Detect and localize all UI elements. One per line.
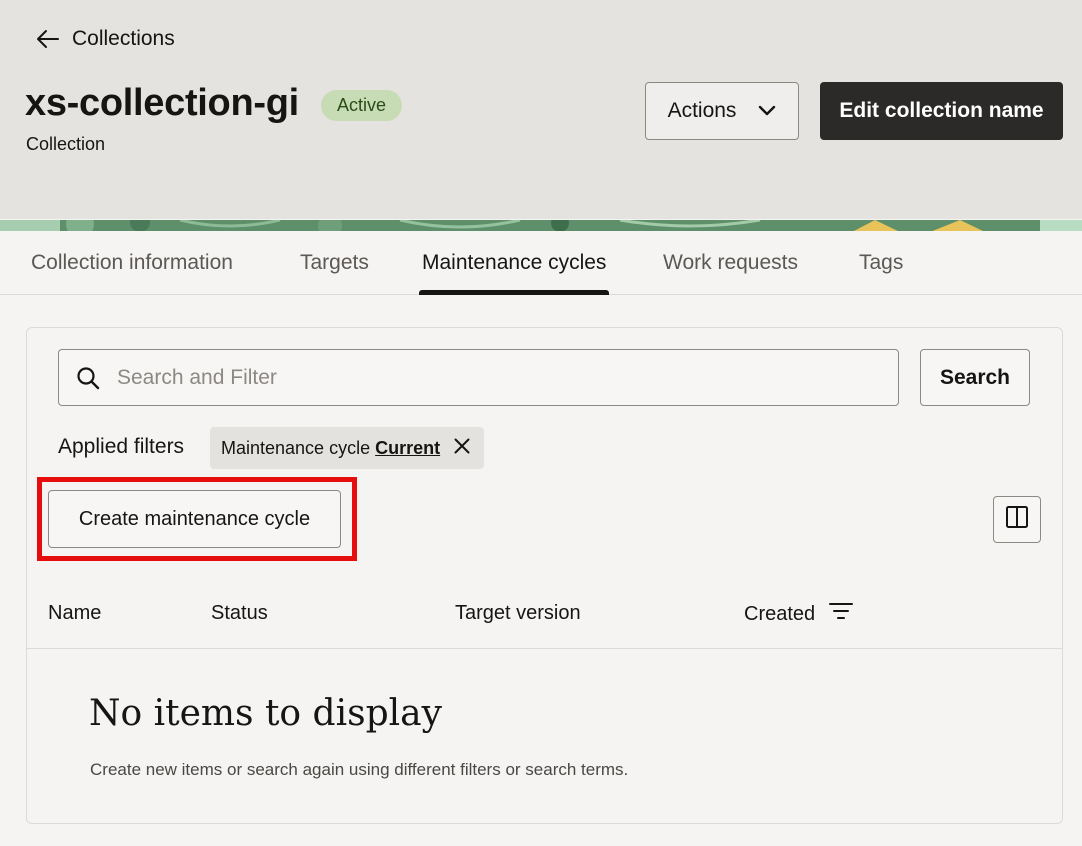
tab-tags[interactable]: Tags	[859, 231, 903, 295]
decorative-banner	[0, 219, 1082, 231]
column-header-name[interactable]: Name	[48, 602, 101, 625]
actions-button-label: Actions	[667, 99, 737, 122]
edit-collection-name-button[interactable]: Edit collection name	[820, 82, 1063, 140]
tab-targets[interactable]: Targets	[300, 231, 369, 295]
column-header-target-version[interactable]: Target version	[455, 602, 581, 625]
tab-work-requests[interactable]: Work requests	[663, 231, 798, 295]
create-maintenance-cycle-button[interactable]: Create maintenance cycle	[48, 490, 341, 548]
search-icon	[59, 366, 117, 390]
empty-state-description: Create new items or search again using d…	[90, 760, 629, 779]
back-to-collections-link[interactable]: Collections	[36, 24, 175, 54]
status-badge: Active	[321, 90, 403, 121]
arrow-left-icon	[36, 29, 60, 49]
column-header-created-label: Created	[744, 602, 816, 625]
chevron-down-icon	[758, 99, 776, 123]
applied-filters-label: Applied filters	[58, 435, 185, 458]
page-header: Collections xs-collection-gi Active Coll…	[0, 0, 1082, 219]
filter-chip-name: Maintenance cycle	[221, 437, 371, 458]
column-layout-button[interactable]	[993, 496, 1041, 543]
search-field[interactable]	[58, 349, 899, 406]
search-button[interactable]: Search	[920, 349, 1030, 406]
filter-chip-value[interactable]: Current	[375, 438, 440, 458]
search-input[interactable]	[117, 365, 877, 390]
back-link-label: Collections	[72, 27, 175, 50]
actions-menu-button[interactable]: Actions	[645, 82, 799, 140]
table-header-divider	[27, 648, 1062, 649]
column-header-status[interactable]: Status	[211, 602, 268, 625]
columns-icon	[1005, 505, 1029, 534]
empty-state-title: No items to display	[89, 693, 442, 734]
tab-collection-information[interactable]: Collection information	[31, 231, 233, 295]
tab-maintenance-cycles[interactable]: Maintenance cycles	[418, 231, 610, 295]
filter-chip: Maintenance cycle Current	[210, 427, 485, 469]
column-header-created[interactable]: Created	[744, 602, 854, 626]
tab-bar: Collection information Targets Maintenan…	[0, 231, 1082, 295]
page-subtitle: Collection	[26, 134, 106, 154]
sort-icon[interactable]	[829, 602, 854, 626]
close-icon[interactable]	[454, 438, 470, 459]
maintenance-cycles-panel: Search Applied filters Maintenance cycle…	[26, 327, 1063, 824]
page-title: xs-collection-gi	[25, 82, 299, 124]
